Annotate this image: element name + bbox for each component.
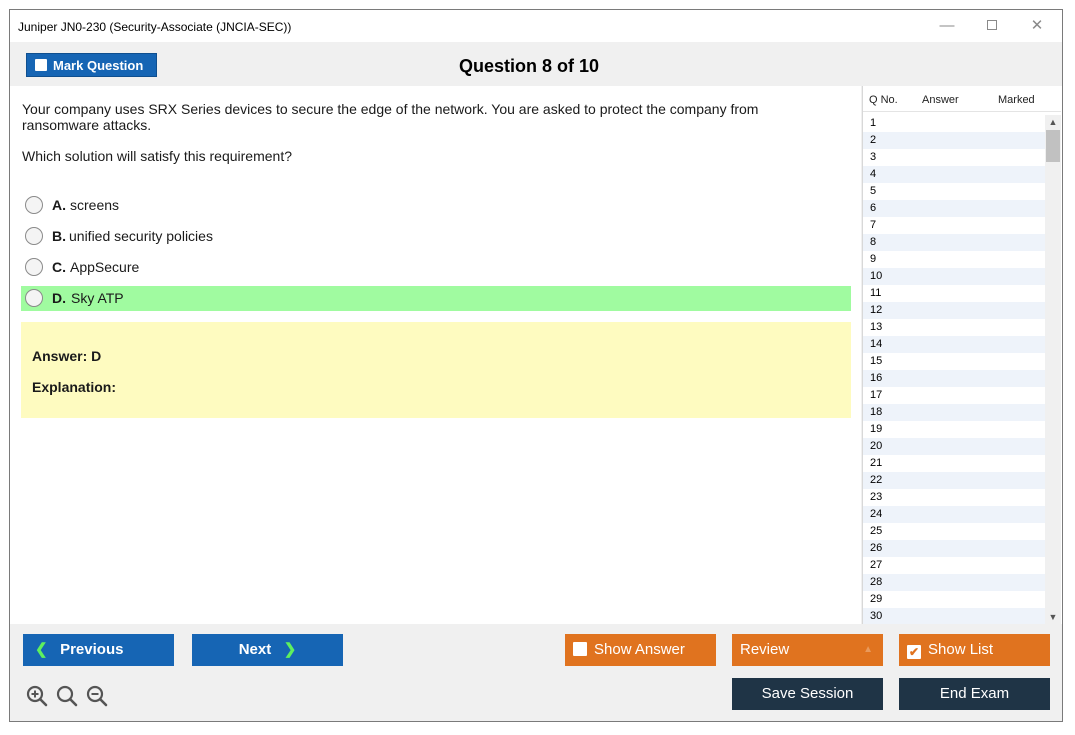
end-exam-button[interactable]: End Exam: [899, 678, 1050, 710]
question-list-row[interactable]: 7: [863, 217, 1045, 234]
maximize-icon: [987, 20, 997, 30]
previous-button[interactable]: ❮ Previous: [23, 634, 174, 666]
question-list-row[interactable]: 3: [863, 149, 1045, 166]
show-answer-checkbox-icon: [573, 642, 587, 656]
scroll-thumb[interactable]: [1046, 130, 1060, 162]
answer-column-header: Answer: [922, 94, 959, 106]
question-list-row[interactable]: 19: [863, 421, 1045, 438]
previous-label: Previous: [60, 641, 124, 658]
mark-checkbox-icon: [35, 59, 47, 71]
question-list-row[interactable]: 23: [863, 489, 1045, 506]
scroll-down-arrow-icon[interactable]: ▼: [1045, 610, 1061, 624]
zoom-in-icon[interactable]: [25, 684, 49, 708]
question-list-row[interactable]: 24: [863, 506, 1045, 523]
answer-label: Answer: D: [32, 348, 102, 364]
question-list-scrollbar[interactable]: ▲ ▼: [1045, 115, 1061, 624]
explanation-label: Explanation:: [32, 379, 117, 395]
question-list-row[interactable]: 28: [863, 574, 1045, 591]
question-list-row[interactable]: 12: [863, 302, 1045, 319]
option-letter: D.: [52, 290, 66, 306]
next-button[interactable]: Next ❯: [192, 634, 343, 666]
chevron-right-icon: ❯: [283, 641, 297, 658]
marked-column-header: Marked: [998, 94, 1035, 106]
question-list-row[interactable]: 22: [863, 472, 1045, 489]
answer-panel: Answer: D Explanation:: [21, 322, 851, 418]
question-list-row[interactable]: 4: [863, 166, 1045, 183]
question-list-row[interactable]: 14: [863, 336, 1045, 353]
question-list-row[interactable]: 6: [863, 200, 1045, 217]
chevron-left-icon: ❮: [35, 641, 48, 658]
option-text: AppSecure: [70, 259, 140, 275]
scroll-up-arrow-icon[interactable]: ▲: [1045, 115, 1061, 129]
mark-question-button[interactable]: Mark Question: [26, 53, 157, 77]
radio-button[interactable]: [25, 258, 43, 276]
question-list-row[interactable]: 17: [863, 387, 1045, 404]
question-list-row[interactable]: 15: [863, 353, 1045, 370]
option-c[interactable]: C. AppSecure: [21, 255, 851, 280]
question-list-row[interactable]: 16: [863, 370, 1045, 387]
question-header: Mark Question Question 8 of 10: [10, 42, 1062, 86]
option-d[interactable]: D. Sky ATP: [21, 286, 851, 311]
title-bar: Juniper JN0-230 (Security-Associate (JNC…: [10, 10, 1062, 42]
option-a[interactable]: A. screens: [21, 193, 851, 218]
show-answer-button[interactable]: Show Answer: [565, 634, 716, 666]
question-prompt: Which solution will satisfy this require…: [22, 148, 292, 164]
option-b[interactable]: B. unified security policies: [21, 224, 851, 249]
question-list-row[interactable]: 27: [863, 557, 1045, 574]
radio-button[interactable]: [25, 289, 43, 307]
option-letter: B.: [52, 228, 66, 244]
option-text: unified security policies: [69, 228, 213, 244]
option-letter: A.: [52, 197, 66, 213]
question-list-row[interactable]: 21: [863, 455, 1045, 472]
next-label: Next: [238, 641, 272, 658]
question-list-row[interactable]: 26: [863, 540, 1045, 557]
app-window: Juniper JN0-230 (Security-Associate (JNC…: [9, 9, 1063, 722]
radio-button[interactable]: [25, 227, 43, 245]
question-list-row[interactable]: 8: [863, 234, 1045, 251]
question-list-row[interactable]: 25: [863, 523, 1045, 540]
option-letter: C.: [52, 259, 66, 275]
mark-question-label: Mark Question: [53, 58, 144, 73]
question-list-row[interactable]: 1: [863, 115, 1045, 132]
show-list-button[interactable]: ✔ Show List: [899, 634, 1050, 666]
zoom-reset-icon[interactable]: [55, 684, 79, 708]
save-session-button[interactable]: Save Session: [732, 678, 883, 710]
zoom-out-icon[interactable]: [85, 684, 109, 708]
close-button[interactable]: ✕: [1022, 16, 1052, 36]
question-list-row[interactable]: 5: [863, 183, 1045, 200]
window-title: Juniper JN0-230 (Security-Associate (JNC…: [18, 20, 292, 34]
question-title: Question 8 of 10: [458, 56, 600, 76]
question-list-rows: 1 2 3 4 5 6 7 8 9 10 11 12 13 14 15 16 17 18 19 20 21 22 23 24 2…: [863, 115, 1045, 625]
review-label: Review: [740, 641, 790, 658]
minimize-button[interactable]: —: [932, 16, 962, 36]
question-list-row[interactable]: 20: [863, 438, 1045, 455]
radio-button[interactable]: [25, 196, 43, 214]
question-list-row[interactable]: 30: [863, 608, 1045, 625]
question-list-row[interactable]: 9: [863, 251, 1045, 268]
question-pane: Your company uses SRX Series devices to …: [10, 86, 861, 624]
review-dropdown[interactable]: Review ▲: [732, 634, 883, 666]
question-list-row[interactable]: 2: [863, 132, 1045, 149]
maximize-button[interactable]: [977, 16, 1007, 36]
question-list-row[interactable]: 29: [863, 591, 1045, 608]
question-list-row[interactable]: 10: [863, 268, 1045, 285]
question-list: Q No. Answer Marked 1 2 3 4 5 6 7 8 9 10 11 12 13 14 1…: [862, 86, 1062, 625]
qno-column-header: Q No.: [869, 94, 898, 106]
question-text: Your company uses SRX Series devices to …: [22, 101, 759, 133]
question-list-row[interactable]: 18: [863, 404, 1045, 421]
show-list-checkbox-icon: ✔: [907, 645, 921, 659]
question-list-header: Q No. Answer Marked: [863, 86, 1061, 112]
caret-up-icon: ▲: [863, 644, 873, 655]
question-list-row[interactable]: 11: [863, 285, 1045, 302]
footer-toolbar: ❮ Previous Next ❯ Show Answer Review ▲ ✔…: [10, 624, 1062, 721]
show-list-label: Show List: [928, 641, 994, 658]
option-text: Sky ATP: [71, 290, 124, 306]
show-answer-label: Show Answer: [594, 641, 685, 658]
question-list-row[interactable]: 13: [863, 319, 1045, 336]
option-text: screens: [70, 197, 120, 213]
